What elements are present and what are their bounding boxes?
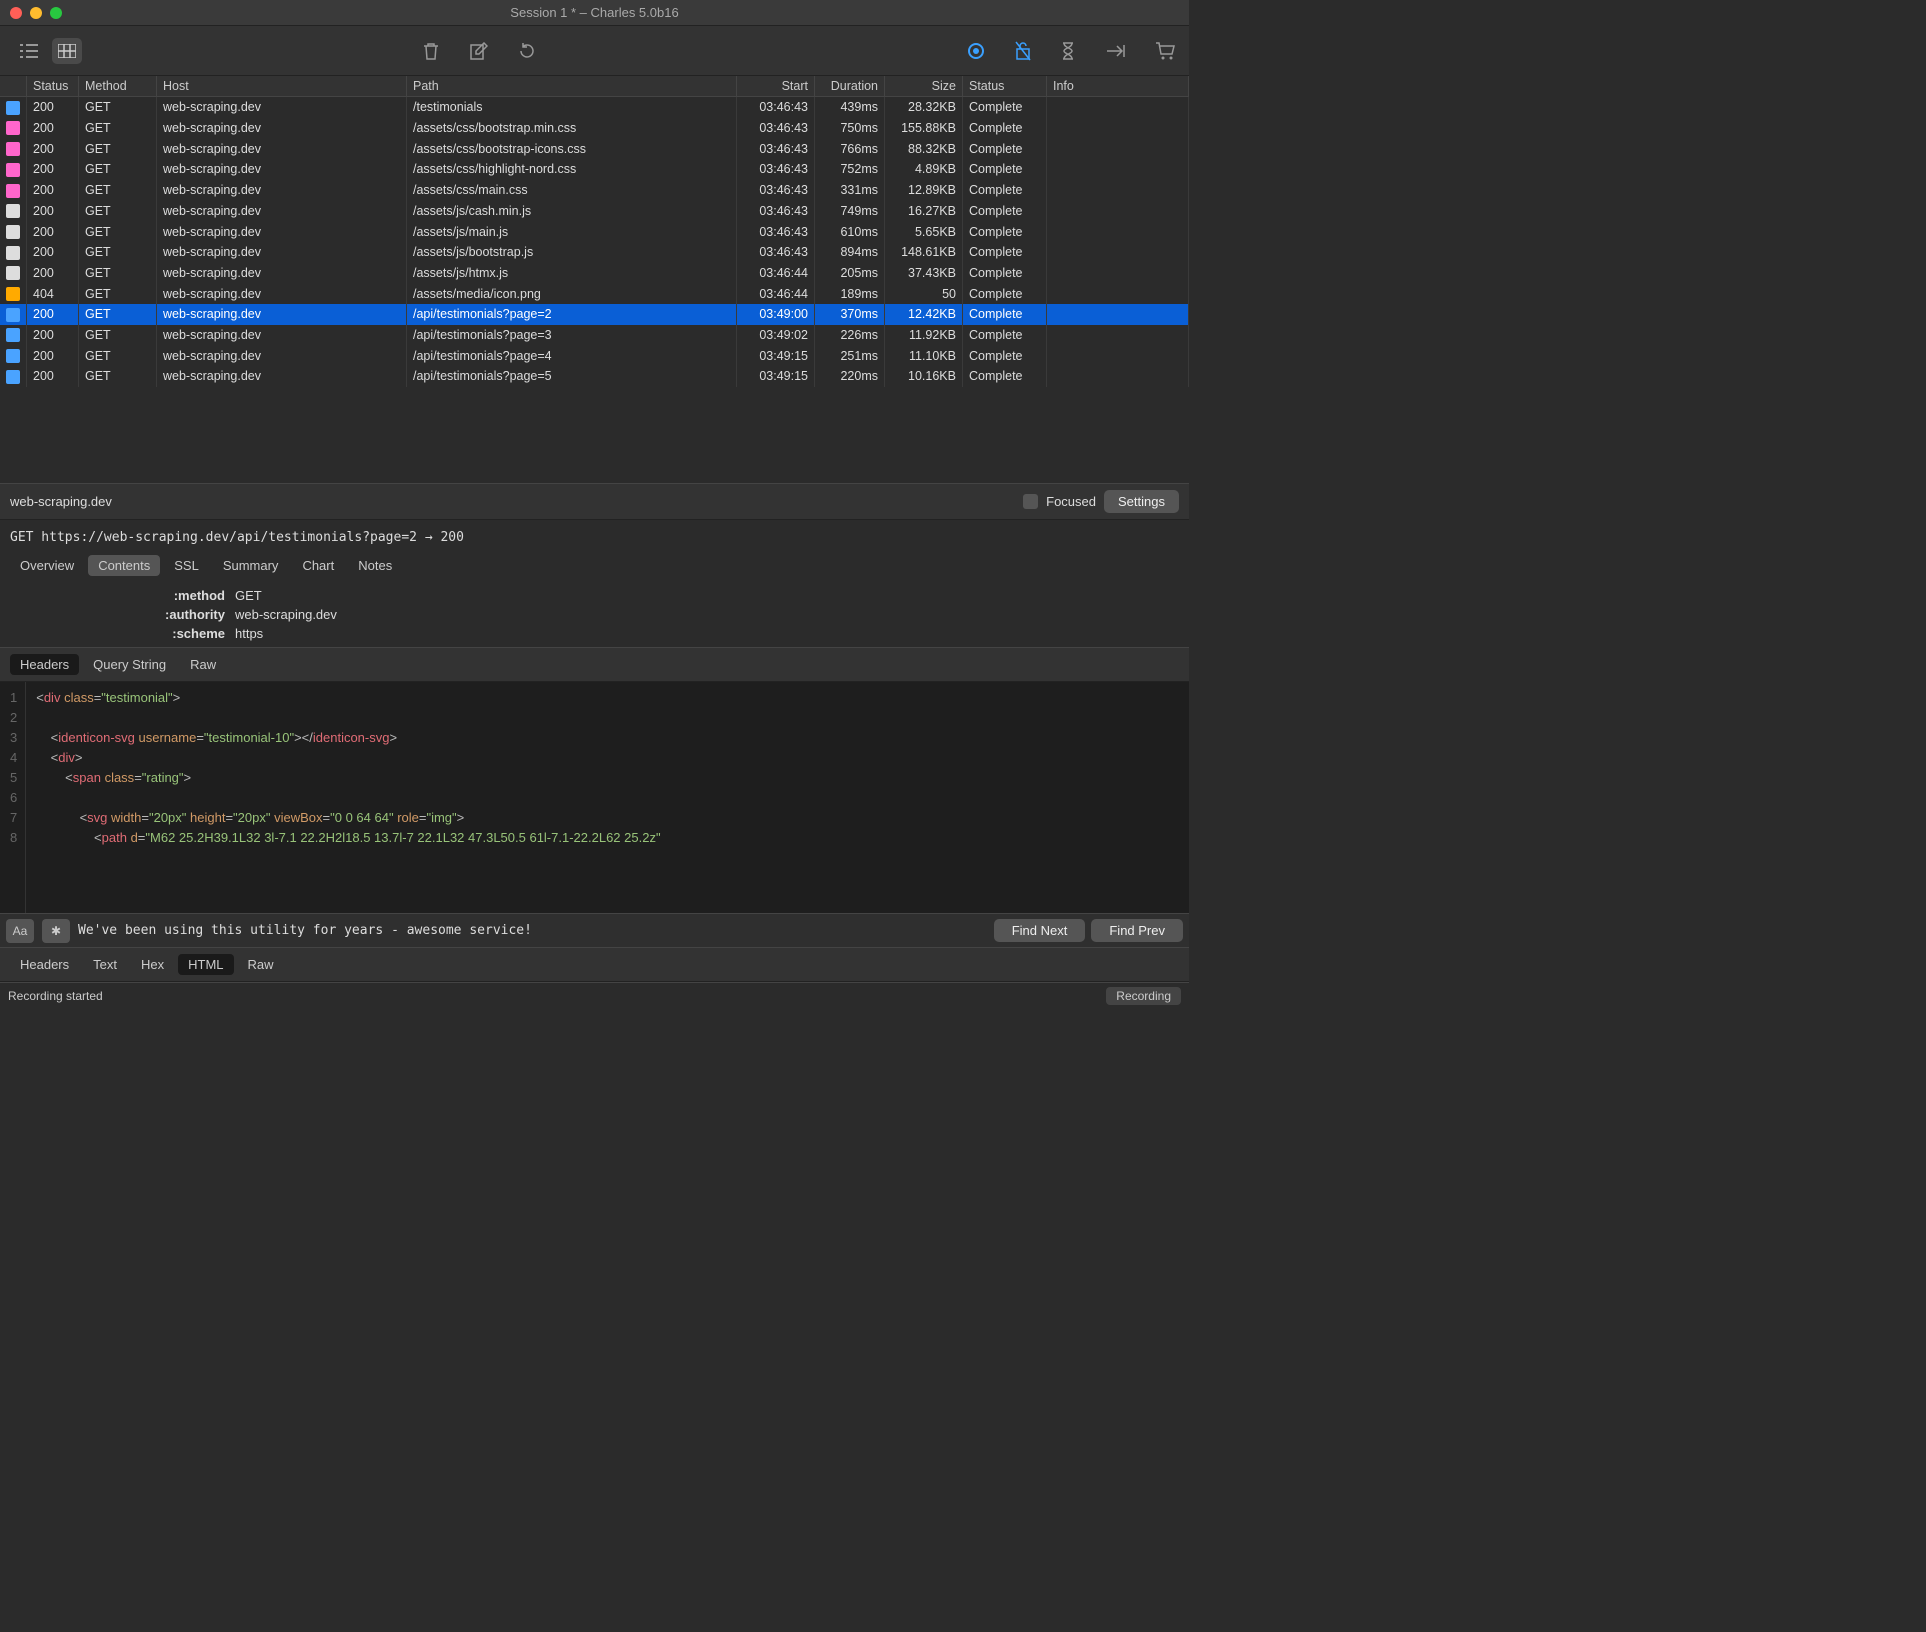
table-row[interactable]: 200GETweb-scraping.dev/assets/js/bootstr… xyxy=(0,242,1189,263)
table-row[interactable]: 200GETweb-scraping.dev/api/testimonials?… xyxy=(0,325,1189,346)
response-subtab-raw[interactable]: Raw xyxy=(238,954,284,975)
response-subtab-html[interactable]: HTML xyxy=(178,954,233,975)
header-row: :methodGET xyxy=(0,586,1189,605)
column-header[interactable]: Path xyxy=(407,76,737,97)
repeat-button[interactable] xyxy=(518,41,536,61)
record-button[interactable] xyxy=(967,41,985,61)
column-header[interactable]: Method xyxy=(79,76,157,97)
proxy-button[interactable] xyxy=(1105,41,1125,61)
focused-checkbox[interactable] xyxy=(1023,494,1038,509)
arrow-right-icon xyxy=(1105,44,1125,58)
column-header[interactable]: Status xyxy=(963,76,1047,97)
column-header[interactable] xyxy=(0,76,27,97)
trash-icon xyxy=(422,41,440,61)
header-row: :schemehttps xyxy=(0,624,1189,643)
table-row[interactable]: 200GETweb-scraping.dev/assets/js/htmx.js… xyxy=(0,263,1189,284)
match-case-button[interactable]: Aa xyxy=(6,919,34,943)
table-view-button[interactable] xyxy=(52,38,82,64)
delete-button[interactable] xyxy=(422,41,440,61)
column-header[interactable]: Info xyxy=(1047,76,1189,97)
repeat-icon xyxy=(518,42,536,60)
headers-panel: :methodGET:authorityweb-scraping.dev:sch… xyxy=(0,582,1189,647)
host-label: web-scraping.dev xyxy=(10,494,112,509)
line-gutter: 12345678 xyxy=(0,682,26,913)
table-row[interactable]: 200GETweb-scraping.dev/assets/css/main.c… xyxy=(0,180,1189,201)
find-prev-button[interactable]: Find Prev xyxy=(1091,919,1183,942)
find-next-button[interactable]: Find Next xyxy=(994,919,1086,942)
response-subtab-text[interactable]: Text xyxy=(83,954,127,975)
table-row[interactable]: 200GETweb-scraping.dev/api/testimonials?… xyxy=(0,345,1189,366)
detail-tabs: OverviewContentsSSLSummaryChartNotes xyxy=(0,555,1189,582)
regex-button[interactable]: ✱ xyxy=(42,919,70,943)
table-row[interactable]: 200GETweb-scraping.dev/assets/css/highli… xyxy=(0,159,1189,180)
column-header[interactable]: Size xyxy=(885,76,963,97)
response-subtab-hex[interactable]: Hex xyxy=(131,954,174,975)
compose-button[interactable] xyxy=(470,41,488,61)
request-summary-line: GET https://web-scraping.dev/api/testimo… xyxy=(0,520,1189,555)
toolbar xyxy=(0,26,1189,76)
record-icon xyxy=(967,42,985,60)
cart-icon xyxy=(1155,42,1175,60)
response-subtab-headers[interactable]: Headers xyxy=(10,954,79,975)
table-row[interactable]: 404GETweb-scraping.dev/assets/media/icon… xyxy=(0,283,1189,304)
column-header[interactable]: Host xyxy=(157,76,407,97)
request-table[interactable]: StatusMethodHostPathStartDurationSizeSta… xyxy=(0,76,1189,484)
footer: Recording started Recording xyxy=(0,982,1189,1008)
filter-bar: web-scraping.dev Focused Settings xyxy=(0,484,1189,520)
response-body-viewer[interactable]: 12345678 <div class="testimonial"> <iden… xyxy=(0,682,1189,913)
window-title: Session 1 * – Charles 5.0b16 xyxy=(510,5,678,20)
app-window: Session 1 * – Charles 5.0b16 StatusMetho… xyxy=(0,0,1189,1008)
list-view-button[interactable] xyxy=(14,38,44,64)
tab-ssl[interactable]: SSL xyxy=(164,555,209,576)
list-icon xyxy=(20,44,38,58)
table-row[interactable]: 200GETweb-scraping.dev/api/testimonials?… xyxy=(0,366,1189,387)
traffic-lights xyxy=(0,7,62,19)
table-row[interactable]: 200GETweb-scraping.dev/testimonials03:46… xyxy=(0,97,1189,118)
code-content: <div class="testimonial"> <identicon-svg… xyxy=(26,682,670,913)
hourglass-icon xyxy=(1061,41,1075,61)
focused-label: Focused xyxy=(1046,494,1096,509)
minimize-window-button[interactable] xyxy=(30,7,42,19)
settings-button[interactable]: Settings xyxy=(1104,490,1179,513)
zoom-window-button[interactable] xyxy=(50,7,62,19)
tab-contents[interactable]: Contents xyxy=(88,555,160,576)
response-subtabs: HeadersTextHexHTMLRaw xyxy=(0,947,1189,982)
ssl-proxy-button[interactable] xyxy=(1015,41,1031,61)
table-row[interactable]: 200GETweb-scraping.dev/assets/css/bootst… xyxy=(0,118,1189,139)
footer-status: Recording started xyxy=(8,989,103,1003)
request-subtab-raw[interactable]: Raw xyxy=(180,654,226,675)
compose-icon xyxy=(470,42,488,60)
find-bar: Aa ✱ We've been using this utility for y… xyxy=(0,913,1189,947)
recording-indicator[interactable]: Recording xyxy=(1106,987,1181,1005)
column-header[interactable]: Status xyxy=(27,76,79,97)
column-header[interactable]: Duration xyxy=(815,76,885,97)
lock-off-icon xyxy=(1015,41,1031,61)
table-row[interactable]: 200GETweb-scraping.dev/assets/js/cash.mi… xyxy=(0,201,1189,222)
table-row[interactable]: 200GETweb-scraping.dev/api/testimonials?… xyxy=(0,304,1189,325)
grid-icon xyxy=(58,44,76,58)
tab-overview[interactable]: Overview xyxy=(10,555,84,576)
table-row[interactable]: 200GETweb-scraping.dev/assets/js/main.js… xyxy=(0,221,1189,242)
close-window-button[interactable] xyxy=(10,7,22,19)
table-row[interactable]: 200GETweb-scraping.dev/assets/css/bootst… xyxy=(0,138,1189,159)
tab-notes[interactable]: Notes xyxy=(348,555,402,576)
titlebar: Session 1 * – Charles 5.0b16 xyxy=(0,0,1189,26)
request-subtab-query-string[interactable]: Query String xyxy=(83,654,176,675)
column-header[interactable]: Start xyxy=(737,76,815,97)
header-row: :authorityweb-scraping.dev xyxy=(0,605,1189,624)
request-subtab-headers[interactable]: Headers xyxy=(10,654,79,675)
cart-button[interactable] xyxy=(1155,41,1175,61)
tab-chart[interactable]: Chart xyxy=(292,555,344,576)
throttle-button[interactable] xyxy=(1061,41,1075,61)
tab-summary[interactable]: Summary xyxy=(213,555,289,576)
find-result-text: We've been using this utility for years … xyxy=(78,923,532,938)
request-subtabs: HeadersQuery StringRaw xyxy=(0,647,1189,682)
